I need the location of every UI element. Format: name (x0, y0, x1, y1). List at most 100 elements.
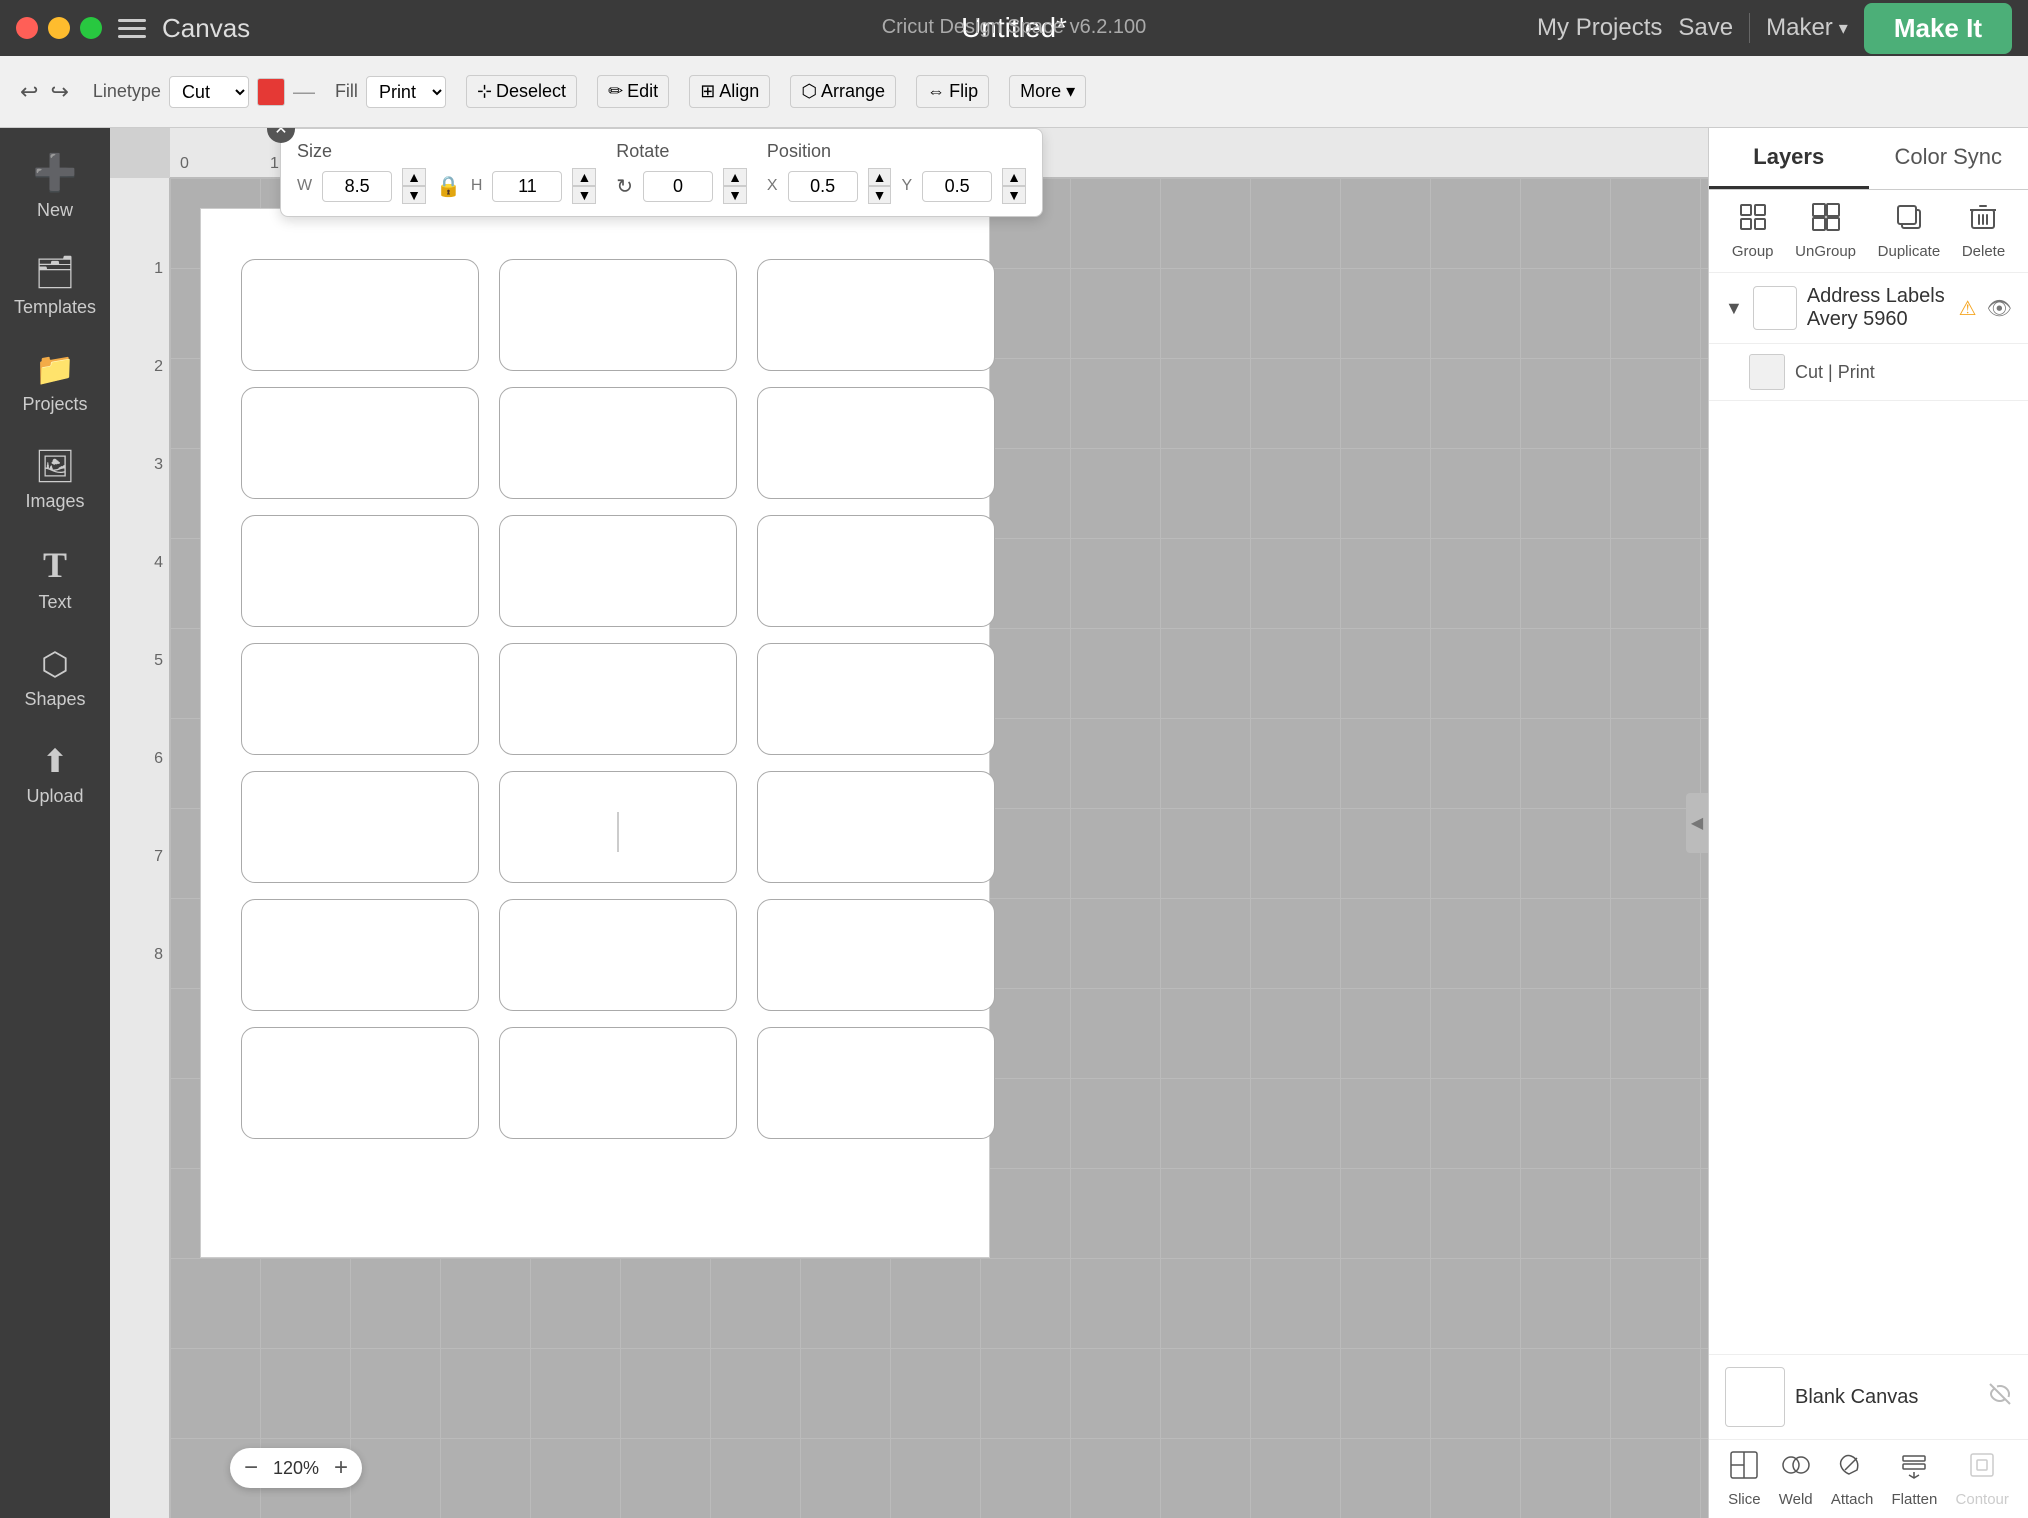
layer-expand-icon[interactable]: ▼ (1725, 298, 1743, 319)
maker-chevron-icon: ▾ (1839, 18, 1848, 39)
sub-layer-item[interactable]: Cut | Print (1709, 344, 2028, 401)
ungroup-button[interactable]: UnGroup (1795, 202, 1856, 260)
label-cell (757, 643, 995, 755)
new-icon: ➕ (33, 152, 78, 194)
sidebar-item-text[interactable]: T Text (0, 528, 110, 629)
align-button[interactable]: ⊞ Align (689, 75, 770, 108)
arrange-button[interactable]: ⬡ Arrange (790, 75, 896, 108)
label-cell (241, 515, 479, 627)
contour-button[interactable]: Contour (1956, 1450, 2009, 1508)
sidebar-item-new[interactable]: ➕ New (0, 136, 110, 237)
size-group: Size W ▲ ▼ 🔒 H ▲ ▼ (297, 141, 596, 204)
height-input[interactable] (492, 171, 562, 202)
undo-button[interactable]: ↩ (16, 75, 42, 109)
y-decrement-button[interactable]: ▼ (1002, 186, 1026, 204)
height-decrement-button[interactable]: ▼ (572, 186, 596, 204)
label-cell (499, 259, 737, 371)
sidebar-item-shapes[interactable]: ⬡ Shapes (0, 629, 110, 726)
position-group: Position X ▲ ▼ Y ▲ ▼ (767, 141, 1026, 204)
rotate-fields: ↻ ▲ ▼ (616, 168, 747, 204)
hamburger-line (118, 27, 146, 30)
flip-label: Flip (949, 81, 978, 102)
weld-button[interactable]: Weld (1779, 1450, 1813, 1508)
sidebar-item-images[interactable]: 🖼 Images (0, 431, 110, 528)
zoom-in-button[interactable]: + (334, 1454, 348, 1482)
sidebar-item-templates[interactable]: 🗂 Templates (0, 237, 110, 334)
height-increment-button[interactable]: ▲ (572, 168, 596, 186)
x-input[interactable] (788, 171, 858, 202)
canvas-area[interactable]: ✕ Size W ▲ ▼ 🔒 H ▲ ▼ (110, 128, 1708, 1518)
duplicate-label: Duplicate (1878, 243, 1941, 260)
linetype-group: Linetype Cut — (93, 76, 315, 108)
redo-button[interactable]: ↪ (46, 75, 72, 109)
sub-layer-name: Cut | Print (1795, 362, 1875, 383)
x-increment-button[interactable]: ▲ (868, 168, 892, 186)
save-button[interactable]: Save (1678, 14, 1733, 42)
y-label: Y (901, 177, 912, 195)
rotate-icon: ↻ (616, 174, 633, 199)
my-projects-button[interactable]: My Projects (1537, 14, 1662, 42)
delete-icon (1968, 202, 1998, 239)
flatten-button[interactable]: Flatten (1892, 1450, 1938, 1508)
tab-layers[interactable]: Layers (1709, 128, 1869, 189)
fill-color-swatch[interactable] (257, 78, 285, 106)
main-layout: ➕ New 🗂 Templates 📁 Projects 🖼 Images T … (0, 128, 2028, 1518)
label-cell (241, 771, 479, 883)
slice-icon (1729, 1450, 1759, 1487)
contour-icon (1967, 1450, 1997, 1487)
more-button[interactable]: More ▾ (1009, 75, 1086, 108)
sidebar-item-projects[interactable]: 📁 Projects (0, 334, 110, 431)
fullscreen-traffic-light[interactable] (80, 17, 102, 39)
layer-item[interactable]: ▼ Address Labels Avery 5960 ⚠ 👁 (1709, 273, 2028, 344)
document-title: Untitled* (961, 12, 1067, 44)
edit-button[interactable]: ✏ Edit (597, 75, 669, 108)
group-button[interactable]: Group (1732, 202, 1774, 260)
rotate-decrement-button[interactable]: ▼ (723, 186, 747, 204)
y-increment-button[interactable]: ▲ (1002, 168, 1026, 186)
rotate-input[interactable] (643, 171, 713, 202)
maker-selector-button[interactable]: Maker ▾ (1766, 14, 1848, 42)
rotate-increment-button[interactable]: ▲ (723, 168, 747, 186)
width-decrement-button[interactable]: ▼ (402, 186, 426, 204)
lock-icon[interactable]: 🔒 (436, 174, 461, 199)
label-cell (499, 771, 737, 883)
sidebar-templates-label: Templates (14, 297, 96, 318)
fill-select[interactable]: Print (366, 76, 446, 108)
hamburger-menu-button[interactable] (114, 15, 150, 42)
slice-button[interactable]: Slice (1728, 1450, 1761, 1508)
document-title-text: Untitled* (961, 12, 1067, 43)
tab-color-sync[interactable]: Color Sync (1869, 128, 2028, 189)
canvas-side-handle[interactable]: ◀ (1686, 793, 1708, 853)
bottom-panel: Blank Canvas (1709, 1354, 2028, 1518)
zoom-out-button[interactable]: − (244, 1454, 258, 1482)
width-increment-button[interactable]: ▲ (402, 168, 426, 186)
attach-button[interactable]: Attach (1831, 1450, 1874, 1508)
close-traffic-light[interactable] (16, 17, 38, 39)
flip-button[interactable]: ⇔ Flip (916, 75, 989, 108)
width-stepper: ▲ ▼ (402, 168, 426, 204)
deselect-button[interactable]: ⊹ Deselect (466, 75, 577, 108)
x-decrement-button[interactable]: ▼ (868, 186, 892, 204)
height-stepper: ▲ ▼ (572, 168, 596, 204)
sidebar-projects-label: Projects (22, 394, 87, 415)
canvas-content[interactable] (170, 178, 1708, 1518)
flip-icon: ⇔ (927, 81, 945, 102)
group-label: Group (1732, 243, 1774, 260)
delete-button[interactable]: Delete (1962, 202, 2005, 260)
blank-canvas-row[interactable]: Blank Canvas (1709, 1355, 2028, 1439)
width-input[interactable] (322, 171, 392, 202)
duplicate-button[interactable]: Duplicate (1878, 202, 1941, 260)
linetype-select[interactable]: Cut (169, 76, 249, 108)
canvas-mode-label: Canvas (162, 13, 250, 44)
minimize-traffic-light[interactable] (48, 17, 70, 39)
make-it-button[interactable]: Make It (1864, 3, 2012, 54)
layer-warning-icon: ⚠ (1959, 296, 1977, 321)
label-cell (757, 899, 995, 1011)
position-label: Position (767, 141, 1026, 162)
blank-canvas-visibility-button[interactable] (1988, 1382, 2012, 1412)
layer-visibility-icon[interactable]: 👁 (1987, 296, 2012, 321)
y-input[interactable] (922, 171, 992, 202)
sidebar-item-upload[interactable]: ⬆ Upload (0, 726, 110, 823)
slice-label: Slice (1728, 1491, 1761, 1508)
label-cell (757, 515, 995, 627)
